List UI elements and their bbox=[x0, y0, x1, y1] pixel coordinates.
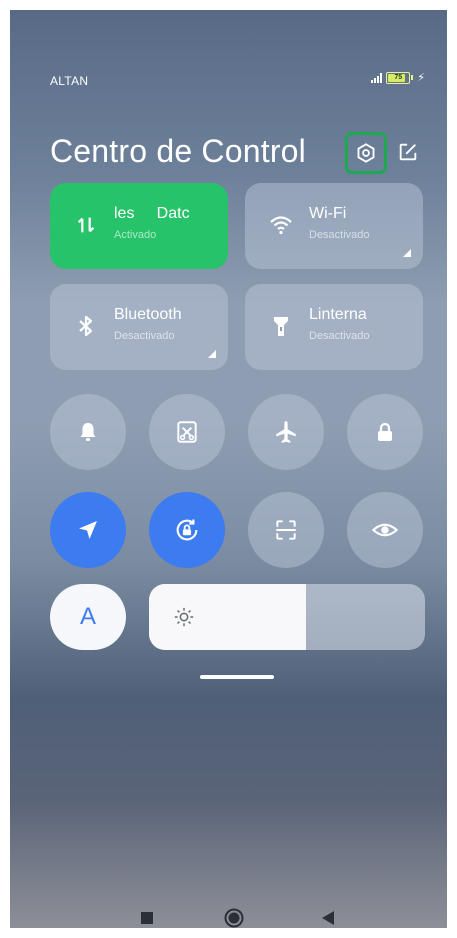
carrier-name: ALTAN bbox=[50, 74, 89, 88]
brightness-slider[interactable] bbox=[149, 584, 425, 650]
location-icon bbox=[79, 521, 97, 539]
scanner-icon bbox=[276, 520, 296, 540]
recents-square-icon bbox=[141, 912, 153, 924]
battery-tip bbox=[411, 75, 414, 80]
toggle-scanner[interactable] bbox=[248, 492, 324, 568]
auto-brightness-label: A bbox=[79, 603, 96, 630]
settings-button[interactable] bbox=[345, 132, 387, 174]
home-circle-icon bbox=[224, 908, 244, 928]
charging-bolt-icon: ⚡ bbox=[417, 72, 425, 84]
airplane-icon bbox=[276, 421, 296, 443]
tile-flashlight-status: Desactivado bbox=[309, 330, 370, 342]
battery-level: 75 bbox=[394, 74, 403, 81]
toggle-rotation-lock[interactable] bbox=[149, 492, 225, 568]
wifi-icon bbox=[269, 213, 293, 237]
rotation-lock-icon bbox=[176, 519, 198, 541]
toggle-reading-mode[interactable] bbox=[347, 492, 423, 568]
screenshot-icon bbox=[177, 421, 197, 443]
back-button[interactable] bbox=[318, 908, 338, 928]
bell-icon bbox=[80, 423, 96, 441]
eye-icon bbox=[371, 523, 399, 537]
collapse-handle[interactable] bbox=[200, 675, 274, 679]
back-triangle-icon bbox=[322, 911, 334, 925]
expand-corner-icon[interactable] bbox=[208, 350, 216, 358]
signal-icon bbox=[371, 72, 383, 83]
tile-wifi-status: Desactivado bbox=[309, 229, 370, 241]
tile-flashlight[interactable]: Linterna Desactivado bbox=[245, 284, 423, 370]
tile-bluetooth-label: Bluetooth bbox=[114, 306, 182, 323]
tile-wifi[interactable]: Wi-Fi Desactivado bbox=[245, 183, 423, 269]
auto-brightness-button[interactable]: A bbox=[50, 584, 126, 650]
edit-icon bbox=[399, 143, 417, 161]
tile-bluetooth[interactable]: Bluetooth Desactivado bbox=[50, 284, 228, 370]
tile-mobile-data-status: Activado bbox=[114, 229, 157, 241]
lock-icon bbox=[378, 422, 392, 441]
tile-wifi-label: Wi-Fi bbox=[309, 205, 347, 222]
toggle-mute[interactable] bbox=[50, 394, 126, 470]
toggle-location[interactable] bbox=[50, 492, 126, 568]
tile-mobile-data-label: les Datc bbox=[114, 205, 190, 222]
flashlight-icon bbox=[269, 314, 293, 338]
edit-button[interactable] bbox=[396, 140, 420, 164]
navigation-bar bbox=[10, 908, 447, 928]
tile-bluetooth-status: Desactivado bbox=[114, 330, 175, 342]
control-center-screen: ALTAN 75 ⚡ Centro de Control les Datc Ac… bbox=[10, 10, 447, 928]
tile-mobile-data[interactable]: les Datc Activado bbox=[50, 183, 228, 269]
toggle-lock[interactable] bbox=[347, 394, 423, 470]
page-title: Centro de Control bbox=[50, 133, 306, 169]
home-button[interactable] bbox=[224, 908, 244, 928]
recents-button[interactable] bbox=[137, 908, 157, 928]
settings-gear-icon bbox=[357, 143, 375, 163]
mobile-data-icon bbox=[74, 213, 98, 237]
battery-icon: 75 bbox=[386, 71, 411, 84]
toggle-airplane[interactable] bbox=[248, 394, 324, 470]
bluetooth-icon bbox=[74, 314, 98, 338]
sun-icon bbox=[174, 607, 194, 627]
expand-corner-icon[interactable] bbox=[403, 249, 411, 257]
toggle-screenshot[interactable] bbox=[149, 394, 225, 470]
status-icons: 75 ⚡ bbox=[371, 71, 425, 84]
tile-flashlight-label: Linterna bbox=[309, 306, 367, 323]
